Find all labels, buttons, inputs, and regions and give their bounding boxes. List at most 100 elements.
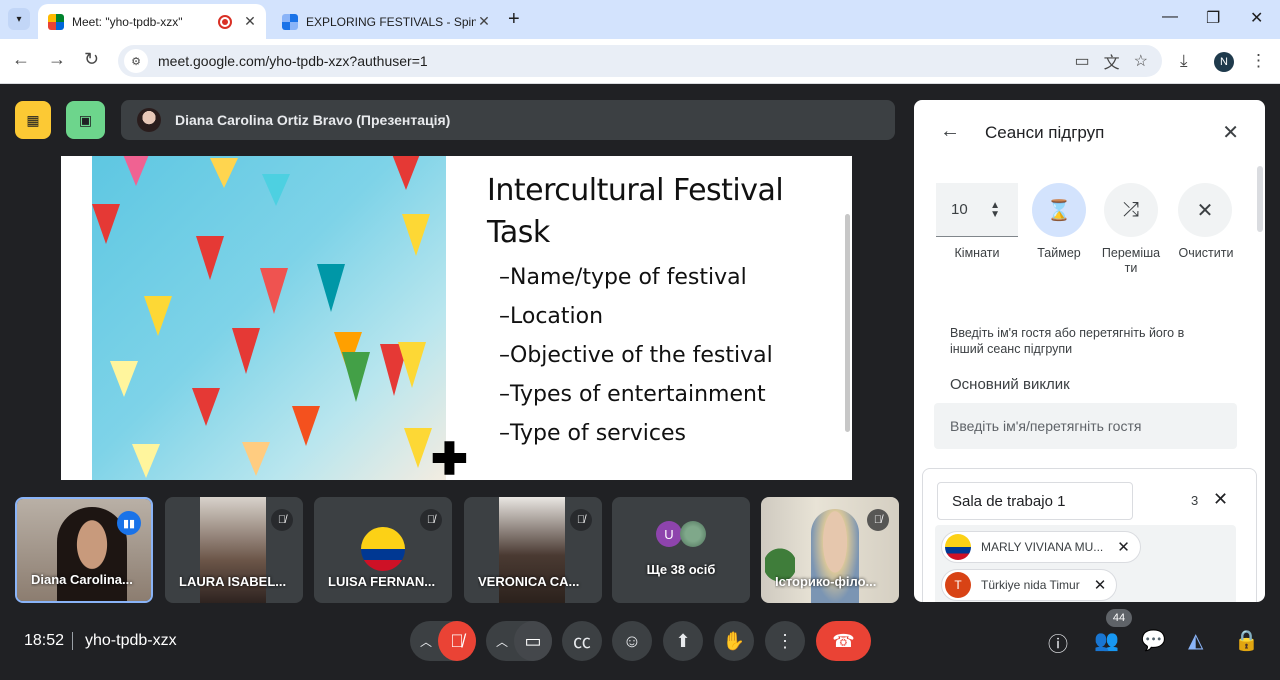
bunting-image (92, 156, 446, 480)
presenter-label: Diana Carolina Ortiz Bravo (Презентація) (175, 112, 451, 128)
clear-label: Очистити (1178, 246, 1234, 260)
close-icon: ✕ (1196, 199, 1214, 222)
rooms-value: 10 (951, 201, 968, 218)
room-member-count: 3 (1191, 493, 1199, 508)
avatar (361, 527, 405, 571)
menu-dots-icon[interactable]: ⋮ (1250, 51, 1267, 71)
reload-icon[interactable]: ↻ (84, 49, 99, 70)
camera-icon[interactable]: ▭ (1075, 51, 1090, 71)
member-chip[interactable]: T Türkiye nida Timur ✕ (941, 569, 1118, 601)
tab-search-button[interactable]: ▾ (8, 8, 30, 30)
member-name: Türkiye nida Timur (981, 578, 1080, 592)
participant-tile[interactable]: 🎙̸ VERONICA CA... (464, 497, 602, 603)
phone-hangup-icon: ☎ (832, 630, 855, 651)
clear-button[interactable]: ✕ (1178, 183, 1232, 237)
remove-member-icon[interactable]: ✕ (1094, 576, 1107, 594)
back-arrow-icon[interactable]: ← (940, 120, 960, 143)
companion-mode-icon[interactable]: ▣ (66, 101, 105, 139)
delete-room-icon[interactable]: ✕ (1213, 489, 1228, 510)
browser-toolbar: ← → ↻ ⚙ meet.google.com/yho-tpdb-xzx?aut… (0, 39, 1280, 84)
more-vert-icon: ⋮ (776, 630, 794, 651)
cursor-crosshair-icon: ✚ (431, 435, 468, 481)
mic-off-icon: 🎙̸ (570, 509, 592, 531)
close-icon[interactable]: ✕ (476, 13, 492, 30)
leave-call-button[interactable]: ☎ (816, 621, 871, 661)
timer-label: Таймер (1037, 246, 1081, 260)
more-options-button[interactable]: ⋮ (765, 621, 805, 661)
present-button[interactable]: ⬆ (663, 621, 703, 661)
more-participants-tile[interactable]: U Ще 38 осіб (612, 497, 750, 603)
mic-off-icon[interactable]: 🎙̸ (438, 621, 476, 661)
guest-search-input[interactable]: Введіть ім'я/перетягніть гостя (934, 403, 1237, 449)
rooms-stepper[interactable]: 10 ▲ ▼ (936, 183, 1018, 237)
timer-button[interactable]: ⌛ (1032, 183, 1086, 237)
room-name-field[interactable]: Sala de trabajo 1 (937, 482, 1133, 520)
reactions-button[interactable]: ☺ (612, 621, 652, 661)
mic-control[interactable]: ︿ 🎙̸ (410, 621, 476, 661)
hourglass-icon: ⌛ (1046, 199, 1072, 222)
new-tab-button[interactable]: + (508, 8, 520, 31)
chevron-up-icon[interactable]: ︿ (496, 633, 508, 650)
spinner-icon[interactable]: ▲ ▼ (990, 200, 1000, 219)
panel-title: Сеанси підгруп (985, 123, 1105, 142)
browser-tab-strip: ▾ Meet: "yho-tpdb-xzx" ✕ EXPLORING FESTI… (0, 0, 1280, 39)
participant-name: VERONICA CA... (478, 574, 580, 589)
list-item: –Types of entertainment (499, 382, 766, 407)
raise-hand-button[interactable]: ✋ (714, 621, 754, 661)
meet-favicon-icon (48, 13, 64, 30)
translate-icon[interactable]: 文 (1104, 49, 1120, 73)
main-call-label: Основний виклик (950, 376, 1070, 393)
close-window-icon[interactable]: ✕ (1250, 8, 1263, 28)
address-bar[interactable]: ⚙ meet.google.com/yho-tpdb-xzx?authuser=… (118, 45, 1162, 77)
profile-avatar[interactable]: N (1214, 52, 1234, 72)
slide-scrollbar[interactable] (845, 214, 850, 432)
participant-name: Diana Carolina... (31, 572, 133, 587)
slide-bullets: –Name/type of festival –Location –Object… (499, 258, 773, 453)
forward-icon[interactable]: → (48, 49, 66, 70)
tab-exploring-festivals[interactable]: EXPLORING FESTIVALS - Spin the whe ✕ (272, 4, 500, 39)
mic-off-icon: 🎙̸ (867, 509, 889, 531)
participant-tile[interactable]: 🎙̸ LUISA FERNAN... (314, 497, 452, 603)
people-icon[interactable]: 👥 (1094, 628, 1119, 653)
close-icon[interactable]: ✕ (242, 13, 258, 30)
info-icon[interactable]: ⓘ (1048, 628, 1068, 657)
bookmark-star-icon[interactable]: ☆ (1134, 51, 1148, 71)
stop-presenting-icon[interactable]: ▦ (15, 101, 51, 139)
participant-name: Історико-філо... (775, 574, 877, 589)
participant-tile[interactable]: 🎙̸ Історико-філо... (761, 497, 899, 603)
participant-tile[interactable]: 🎙̸ LAURA ISABEL... (165, 497, 303, 603)
mic-off-icon: 🎙̸ (271, 509, 293, 531)
camera-icon[interactable]: ▭ (514, 621, 552, 661)
mic-off-icon: 🎙̸ (420, 509, 442, 531)
remove-member-icon[interactable]: ✕ (1117, 538, 1130, 556)
shuffle-button[interactable]: ⤮ (1104, 183, 1158, 237)
breakout-room-card: Sala de trabajo 1 3 ✕ MARLY VIVIANA MU..… (922, 468, 1257, 602)
back-icon[interactable]: ← (12, 49, 30, 70)
chat-icon[interactable]: 💬 (1141, 628, 1166, 653)
avatar (137, 108, 161, 132)
site-info-icon[interactable]: ⚙ (124, 49, 148, 73)
emoji-icon: ☺ (622, 630, 642, 651)
participant-name: Ще 38 осіб (646, 562, 716, 577)
present-screen-icon: ⬆ (675, 630, 691, 651)
restore-icon[interactable]: ❐ (1206, 8, 1220, 28)
panel-scrollbar[interactable] (1257, 166, 1263, 232)
divider (72, 632, 73, 650)
host-controls-icon[interactable]: 🔒 (1234, 628, 1259, 653)
activities-icon[interactable]: ◭ (1188, 628, 1203, 653)
close-icon[interactable]: ✕ (1222, 120, 1239, 145)
breakout-rooms-panel: ← Сеанси підгруп ✕ 10 ▲ ▼ ⌛ ⤮ ✕ Кімнати Т… (914, 100, 1265, 602)
minimize-icon[interactable]: — (1162, 8, 1178, 26)
member-chip[interactable]: MARLY VIVIANA MU... ✕ (941, 531, 1141, 563)
camera-control[interactable]: ︿ ▭ (486, 621, 552, 661)
participant-name: LAURA ISABEL... (179, 574, 287, 589)
chevron-up-icon[interactable]: ︿ (420, 633, 432, 650)
captions-button[interactable]: ㏄ (562, 621, 602, 661)
shuffle-label: Переміша ти (1101, 246, 1161, 275)
download-icon[interactable]: ⤓ (1180, 51, 1188, 71)
recording-icon (218, 14, 232, 29)
tab-meet[interactable]: Meet: "yho-tpdb-xzx" ✕ (38, 4, 266, 39)
room-members-list: MARLY VIVIANA MU... ✕ T Türkiye nida Tim… (935, 525, 1236, 602)
participant-tile[interactable]: ▮▮ Diana Carolina... (15, 497, 153, 603)
tab-title: EXPLORING FESTIVALS - Spin the whe (306, 14, 476, 29)
